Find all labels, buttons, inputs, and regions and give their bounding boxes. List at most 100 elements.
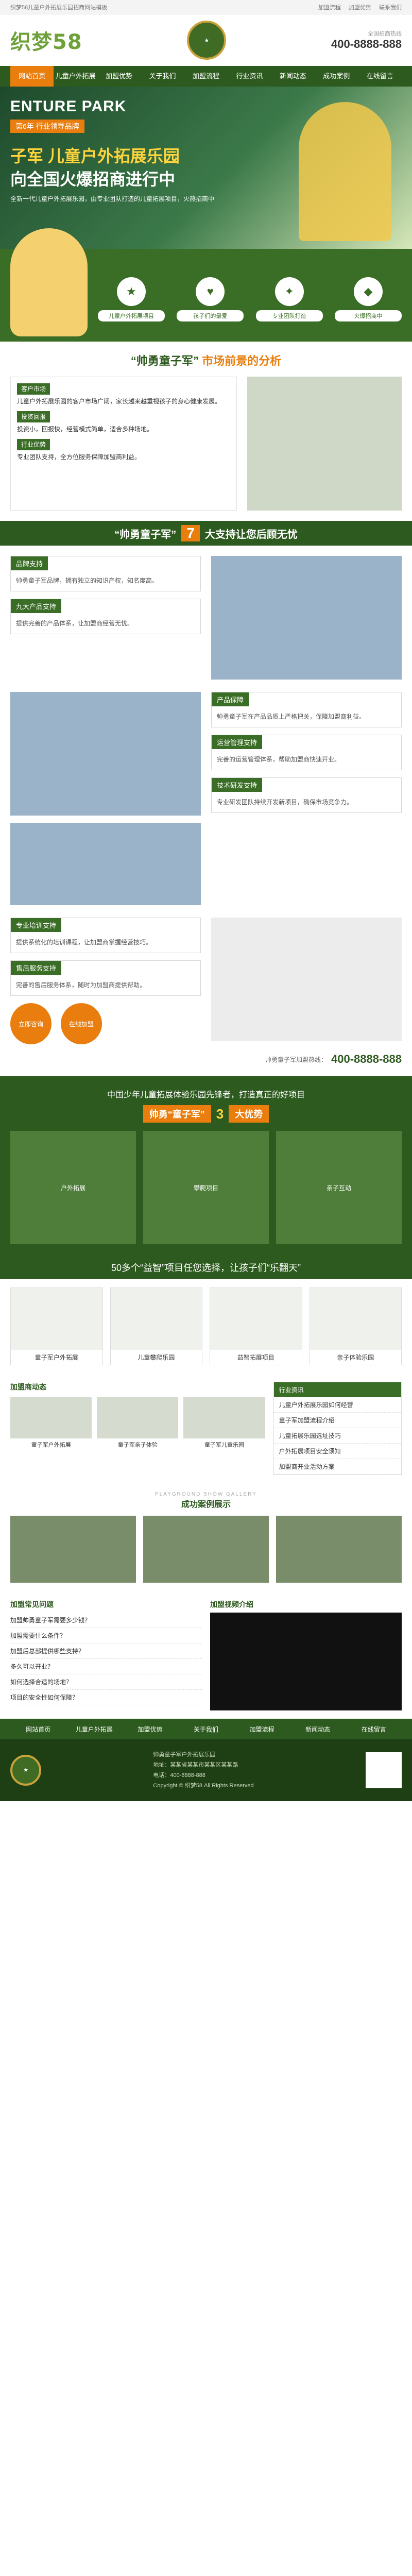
header: 织梦58 ★ 全国招商热线 400-8888-888: [0, 14, 412, 66]
support-body: 专业研发团队持续开发新项目，确保市场竞争力。: [217, 799, 353, 806]
support-heading: 九大产品支持: [11, 599, 62, 613]
cases-cards: [10, 1516, 402, 1583]
support-body: 提供完善的产品体系，让加盟商经营无忧。: [16, 620, 134, 627]
join-button[interactable]: 在线加盟: [61, 1003, 102, 1044]
news-thumb-image: [183, 1397, 265, 1438]
contact-line: 帅勇童子军加盟热线： 400-8888-888: [10, 1053, 402, 1066]
category-label: 益智拓展项目: [237, 1354, 274, 1361]
support-box: 技术研发支持 专业研发团队持续开发新项目，确保市场竞争力。: [211, 777, 402, 813]
feature-caption: 火爆招商中: [334, 310, 402, 321]
case-card[interactable]: [276, 1516, 402, 1583]
consult-button[interactable]: 立即咨询: [10, 1003, 52, 1044]
footer-nav-item[interactable]: 儿童户外拓展: [66, 1725, 123, 1734]
supports-col-left: 专业培训支持 提供系统化的培训课程，让加盟商掌握经营技巧。 售后服务支持 完善的…: [10, 918, 201, 1044]
news-thumb-item[interactable]: 童子军户外拓展: [10, 1397, 92, 1449]
site-logo[interactable]: 织梦58: [10, 25, 82, 55]
faq-item[interactable]: 加盟后总部提供哪些支持？: [10, 1643, 202, 1659]
feature-list: ★ 儿童户外拓展项目 ♥ 孩子们的最爱 ✦ 专业团队打造 ◆ 火爆招商中: [98, 277, 402, 321]
support-heading: 品牌支持: [11, 556, 48, 570]
support-heading: 售后服务支持: [11, 961, 62, 975]
news-side-item[interactable]: 儿童拓展乐园选址技巧: [273, 1428, 401, 1444]
category-card[interactable]: 益智拓展项目: [210, 1287, 302, 1365]
news-side-item[interactable]: 加盟商开业活动方案: [273, 1459, 401, 1475]
supports-col-left: [10, 692, 201, 905]
nav-item[interactable]: 关于我们: [141, 66, 184, 87]
supports-row-1: 品牌支持 帅勇童子军品牌，拥有独立的知识产权，知名度高。 九大产品支持 提供完善…: [10, 556, 402, 680]
category-card[interactable]: 童子军户外拓展: [10, 1287, 103, 1365]
footer-nav-item[interactable]: 在线留言: [346, 1725, 402, 1734]
nav-item[interactable]: 加盟流程: [184, 66, 228, 87]
category-image: [210, 1288, 302, 1350]
child-photo: [10, 228, 88, 336]
category-card[interactable]: 亲子体验乐园: [309, 1287, 402, 1365]
hero-heading-2: 向全国火爆招商进行中: [10, 170, 176, 189]
hero-text: 全新一代儿童户外拓展乐园，由专业团队打造的儿童拓展项目，火热招商中: [10, 195, 215, 202]
hero-subtitle: 第6年 行业领导品牌: [10, 120, 84, 133]
faq-item[interactable]: 项目的安全性如何保障？: [10, 1690, 202, 1705]
contact-caption: 帅勇童子军加盟热线：: [265, 1056, 327, 1063]
faq-item[interactable]: 如何选择合适的场地？: [10, 1674, 202, 1690]
supports-col-right: [211, 918, 402, 1044]
faq-section: 加盟常见问题 加盟帅勇童子军需要多少钱？ 加盟需要什么条件？ 加盟后总部提供哪些…: [0, 1591, 412, 1719]
news-side-item[interactable]: 儿童户外拓展乐园如何经营: [273, 1397, 401, 1413]
support-heading: 产品保障: [212, 692, 249, 706]
support-photo: [10, 823, 201, 905]
nav-item[interactable]: 儿童户外拓展: [54, 66, 97, 87]
feature-item: ✦ 专业团队打造: [255, 277, 323, 321]
supports-row-2: 产品保障 帅勇童子军在产品品质上严格把关，保障加盟商利益。 运营管理支持 完善的…: [10, 692, 402, 905]
footer-copyright: Copyright © 织梦58 All Rights Reserved: [153, 1783, 254, 1789]
news-thumb-label: 童子军儿童乐园: [204, 1442, 245, 1448]
footer-nav-item[interactable]: 加盟优势: [122, 1725, 178, 1734]
faq-title: 加盟常见问题: [10, 1600, 54, 1608]
footer-nav-item[interactable]: 新闻动态: [290, 1725, 346, 1734]
top-link[interactable]: 加盟优势: [349, 5, 371, 11]
hero-photo: [299, 102, 391, 241]
footer: ★ 帅勇童子军户外拓展乐园 地址：某某省某某市某某区某某路 电话：400-888…: [0, 1739, 412, 1801]
footer-nav-item[interactable]: 关于我们: [178, 1725, 234, 1734]
market-analysis-section: “帅勇童子军” 市场前景的分析 客户市场 儿童户外拓展乐园的客户市场广阔，家长越…: [0, 342, 412, 521]
hotline: 全国招商热线 400-8888-888: [331, 29, 402, 51]
category-label: 童子军户外拓展: [35, 1354, 78, 1361]
support-box: 产品保障 帅勇童子军在产品品质上严格把关，保障加盟商利益。: [211, 692, 402, 727]
nav-item[interactable]: 行业资讯: [228, 66, 271, 87]
support-heading: 专业培训支持: [11, 918, 62, 932]
faq-item[interactable]: 加盟帅勇童子军需要多少钱？: [10, 1613, 202, 1628]
news-thumbs: 童子军户外拓展 童子军亲子体验 童子军儿童乐园: [10, 1397, 265, 1449]
footer-company: 帅勇童子军户外拓展乐园: [153, 1752, 216, 1758]
news-side-item[interactable]: 户外拓展项目安全须知: [273, 1444, 401, 1459]
feature-caption: 儿童户外拓展项目: [98, 310, 165, 321]
news-thumb-item[interactable]: 童子军儿童乐园: [183, 1397, 265, 1449]
top-link[interactable]: 联系我们: [379, 5, 402, 11]
feature-item: ◆ 火爆招商中: [334, 277, 402, 321]
nav-item[interactable]: 新闻动态: [271, 66, 315, 87]
nav-item[interactable]: 成功案例: [315, 66, 358, 87]
faq-item[interactable]: 加盟需要什么条件？: [10, 1628, 202, 1643]
case-card[interactable]: [10, 1516, 136, 1583]
supports-col-right: [211, 556, 402, 680]
nav-item[interactable]: 网站首页: [10, 66, 54, 87]
main-nav: 网站首页 儿童户外拓展 加盟优势 关于我们 加盟流程 行业资讯 新闻动态 成功案…: [0, 66, 412, 87]
analysis-tag: 投资回报: [17, 411, 50, 422]
nav-item[interactable]: 在线留言: [358, 66, 402, 87]
footer-nav: 网站首页 儿童户外拓展 加盟优势 关于我们 加盟流程 新闻动态 在线留言: [0, 1719, 412, 1739]
top-link[interactable]: 加盟流程: [318, 5, 341, 11]
support-body: 提供系统化的培训课程，让加盟商掌握经营技巧。: [16, 939, 152, 946]
news-side-item[interactable]: 童子军加盟流程介绍: [273, 1413, 401, 1428]
footer-nav-item[interactable]: 加盟流程: [234, 1725, 290, 1734]
news-thumb-item[interactable]: 童子军亲子体验: [97, 1397, 179, 1449]
faq-item[interactable]: 多久可以开业？: [10, 1659, 202, 1674]
analysis-tag: 行业优势: [17, 439, 50, 450]
footer-phone: 电话：400-8888-888: [153, 1772, 205, 1778]
qr-code-icon: [366, 1752, 402, 1788]
supports-col-right: 产品保障 帅勇童子军在产品品质上严格把关，保障加盟商利益。 运营管理支持 完善的…: [211, 692, 402, 905]
nav-item[interactable]: 加盟优势: [97, 66, 141, 87]
footer-nav-item[interactable]: 网站首页: [10, 1725, 66, 1734]
categories-list: 童子军户外拓展 儿童攀爬乐园 益智拓展项目 亲子体验乐园: [0, 1279, 412, 1374]
category-image: [310, 1288, 401, 1350]
category-card[interactable]: 儿童攀爬乐园: [110, 1287, 202, 1365]
support-box: 运营管理支持 完善的运营管理体系，帮助加盟商快速开业。: [211, 735, 402, 770]
analysis-text: 专业团队支持，全方位服务保障加盟商利益。: [17, 453, 141, 461]
video-player[interactable]: [210, 1613, 402, 1710]
support-box: 九大产品支持 提供完善的产品体系，让加盟商经营无忧。: [10, 599, 201, 634]
case-card[interactable]: [143, 1516, 269, 1583]
